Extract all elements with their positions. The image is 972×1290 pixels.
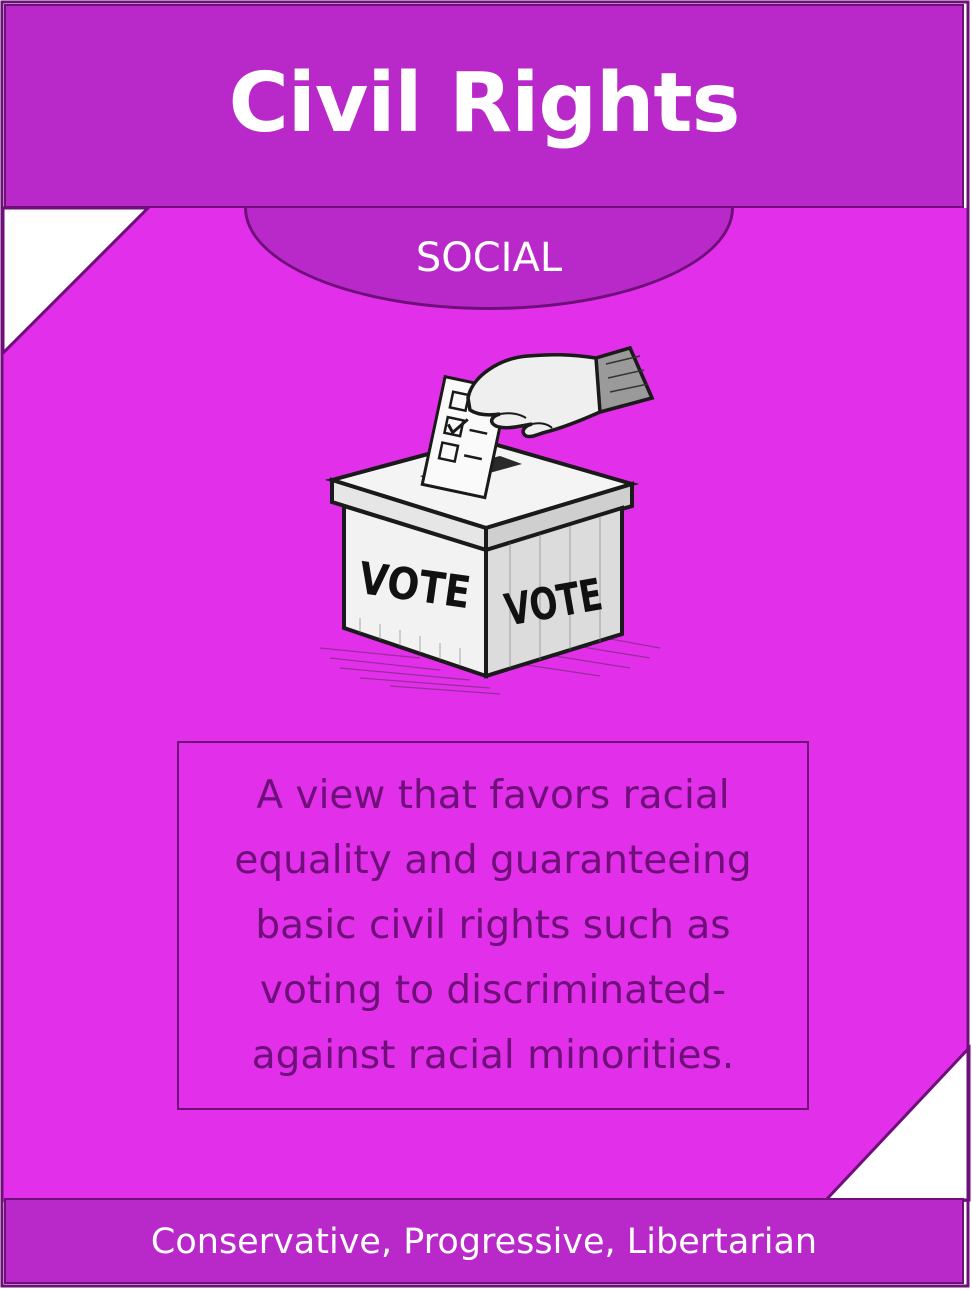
card-title: Civil Rights bbox=[228, 55, 741, 151]
card-description: A view that favors racial equality and g… bbox=[234, 773, 752, 1078]
ideology-list: Conservative, Progressive, Libertarian bbox=[150, 1222, 818, 1262]
ballot-box-icon: VOTE VOTE bbox=[319, 345, 661, 695]
description-box: A view that favors racial equality and g… bbox=[177, 741, 809, 1110]
title-bar: Civil Rights bbox=[4, 4, 964, 208]
card: Civil Rights SOCIAL VOTE VOTE A view tha… bbox=[0, 0, 972, 1290]
category-label: SOCIAL bbox=[415, 234, 563, 281]
footer-bar: Conservative, Progressive, Libertarian bbox=[4, 1198, 964, 1284]
